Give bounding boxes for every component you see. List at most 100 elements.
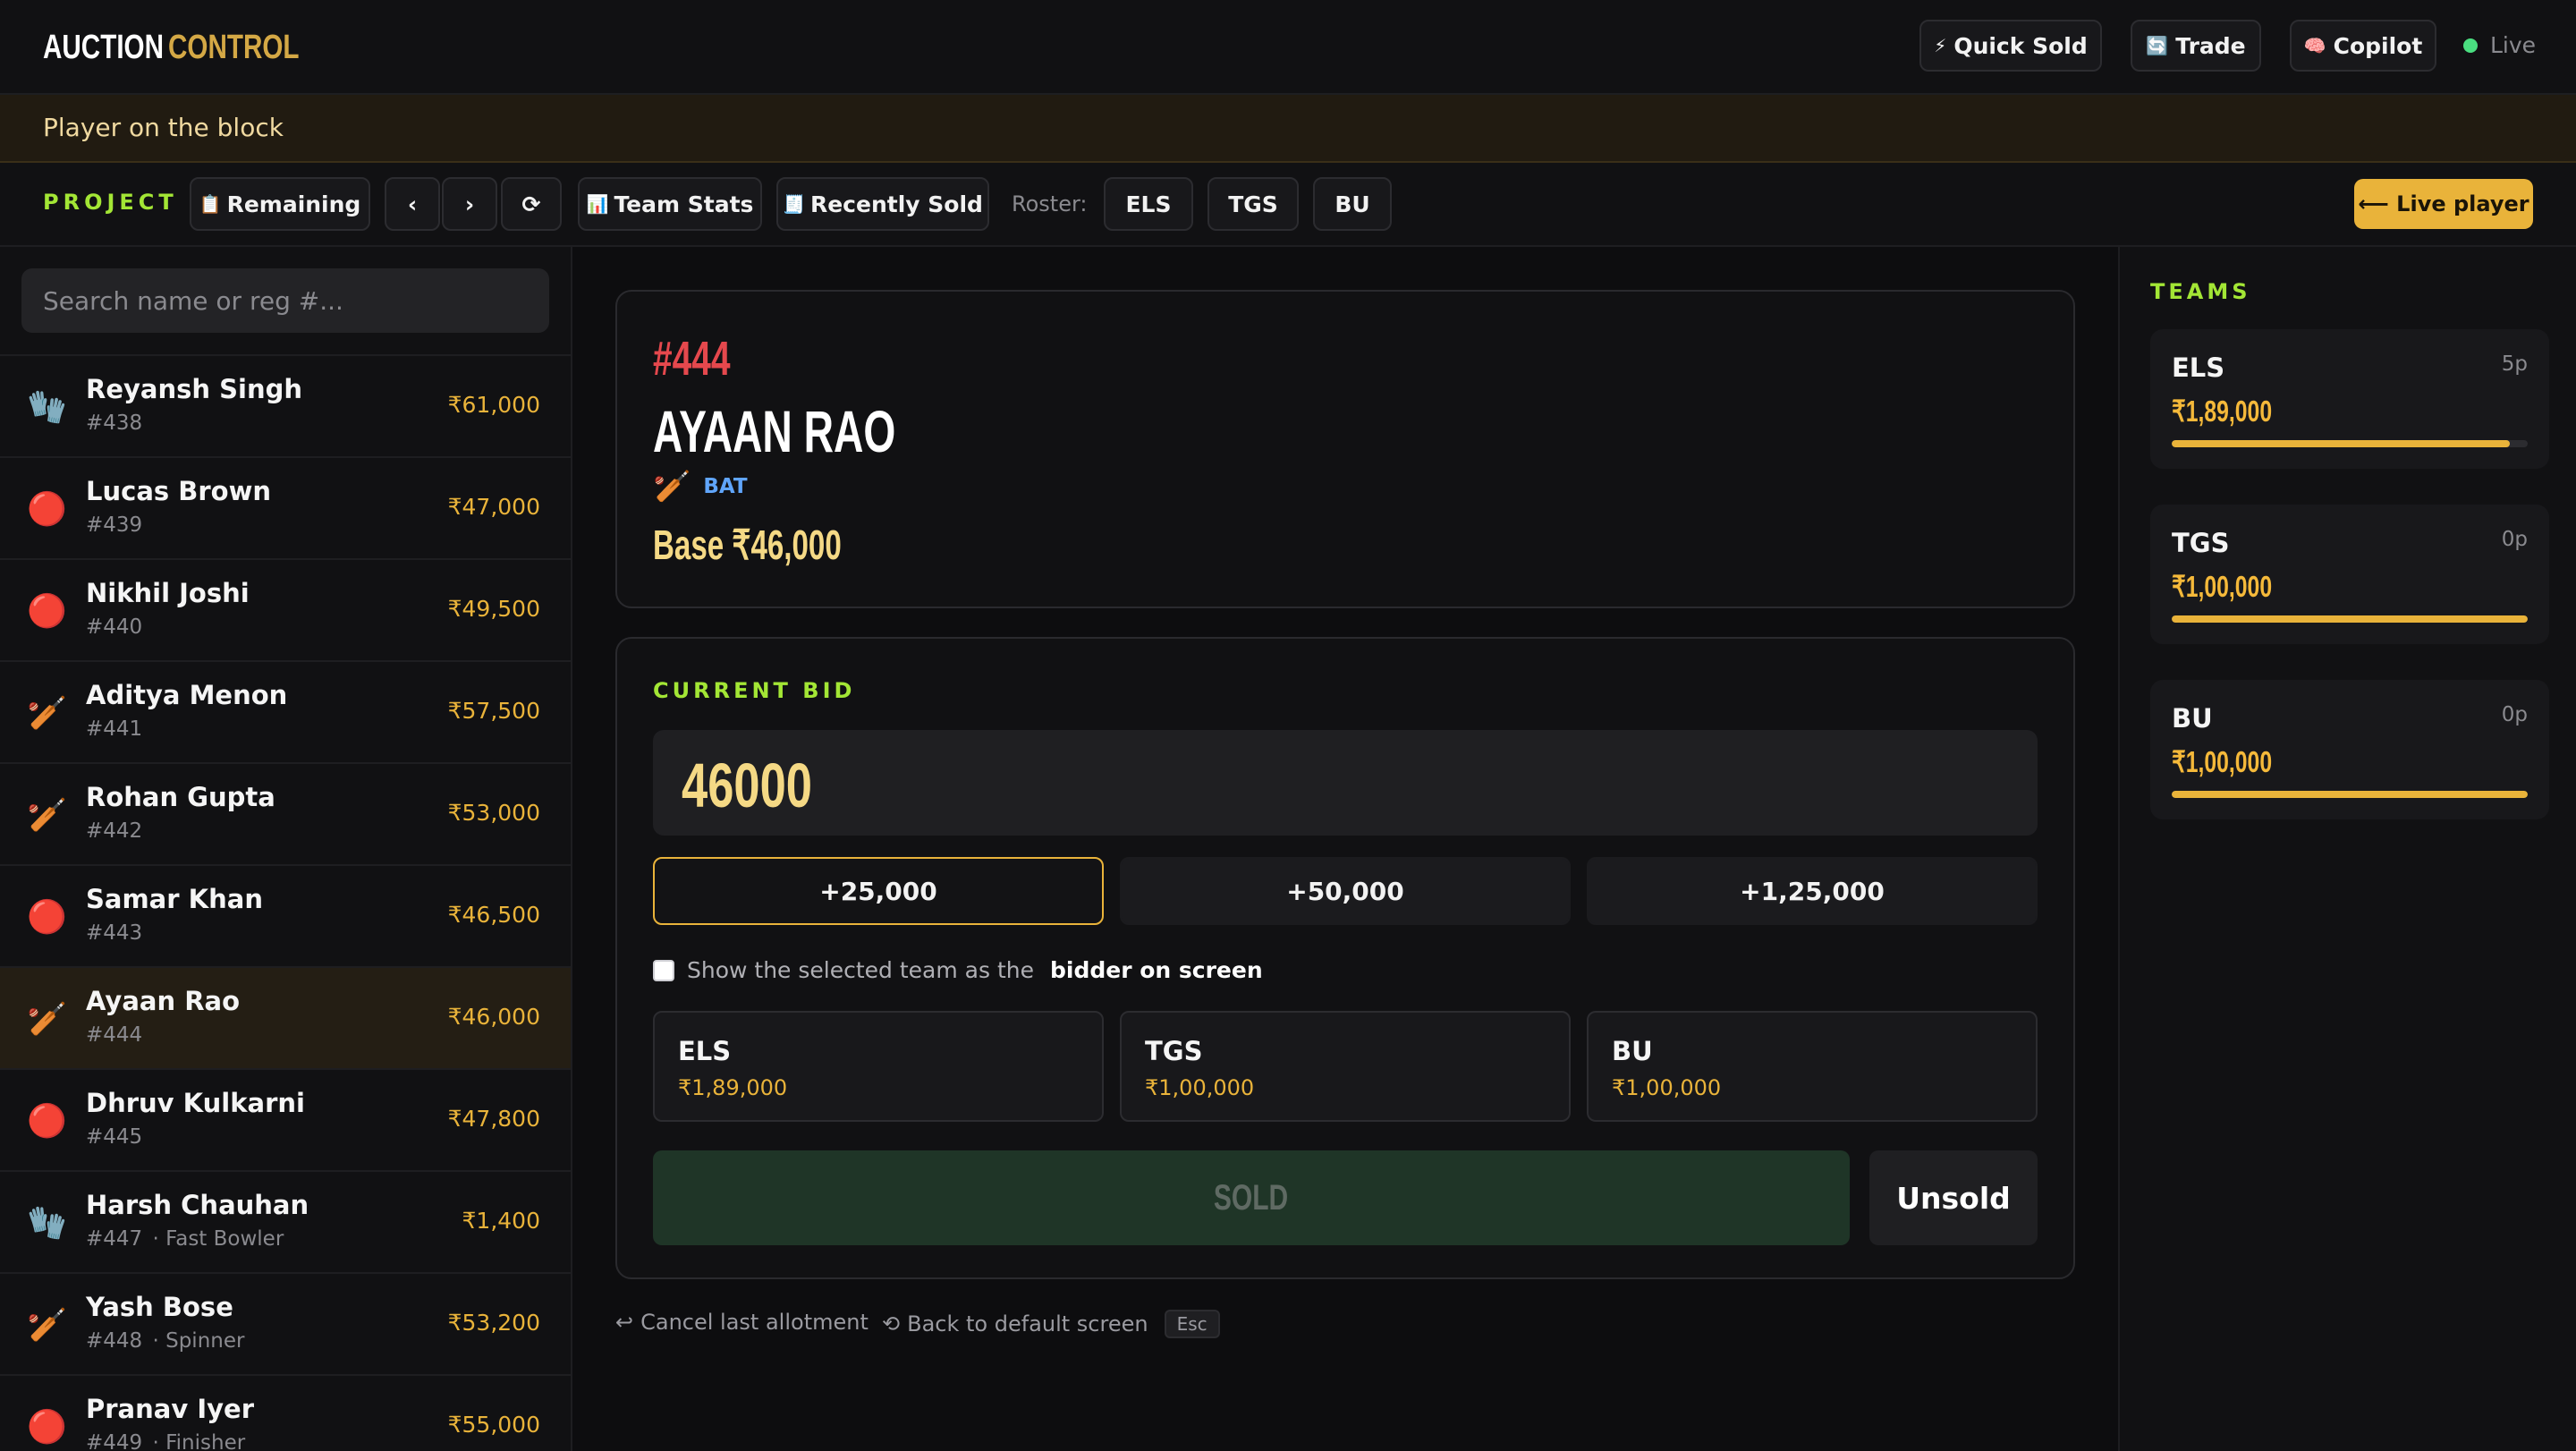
player-list-item[interactable]: 🔴 Pranav Iyer #449 · Finisher ₹55,000 (0, 1376, 571, 1451)
increment-125000-button[interactable]: +1,25,000 (1587, 857, 2038, 925)
trade-label: Trade (2175, 32, 2246, 59)
bid-amount-field[interactable]: 46000 (653, 730, 2038, 836)
history-icon: ⟲ (882, 1311, 901, 1336)
swap-icon: 🔄 (2146, 35, 2169, 56)
checkbox-label: Show the selected team as the (687, 957, 1034, 983)
unsold-button[interactable]: Unsold (1869, 1150, 2038, 1245)
player-list-meta: #441 (86, 717, 146, 741)
checkbox-label-bold: bidder on screen (1049, 957, 1263, 983)
player-role-icon: 🏏 (27, 1001, 67, 1038)
player-list-price: ₹61,000 (447, 392, 540, 418)
player-list-item[interactable]: 🧤 Reyansh Singh #438 ₹61,000 (0, 356, 571, 458)
remaining-button[interactable]: 📋 Remaining (190, 177, 370, 231)
player-role-icon: 🔴 (27, 593, 67, 630)
next-button[interactable]: › (442, 177, 497, 231)
player-list-price: ₹57,500 (447, 698, 540, 724)
team-card-tgs[interactable]: TGS 0p ₹1,00,000 (2150, 505, 2549, 644)
select-team-els[interactable]: ELS ₹1,89,000 (653, 1011, 1104, 1122)
roster-label: Roster: (1012, 191, 1088, 216)
trade-button[interactable]: 🔄 Trade (2131, 20, 2261, 72)
team-purse: ₹1,00,000 (1145, 1075, 1255, 1100)
player-role-icon: 🏏 (27, 797, 67, 834)
logo-text-primary: AUCTION (43, 29, 165, 66)
chevron-right-icon: › (464, 191, 475, 217)
team-card-name: ELS (2172, 352, 2225, 383)
sold-button[interactable]: SOLD (653, 1150, 1850, 1245)
copilot-label: Copilot (2333, 32, 2423, 59)
player-list-price: ₹46,000 (447, 1004, 540, 1030)
roster-els-button[interactable]: ELS (1104, 177, 1193, 231)
bar-chart-icon: 📊 (586, 193, 609, 215)
player-role-icon: 🔴 (27, 1103, 67, 1140)
player-list-name: Dhruv Kulkarni (86, 1088, 305, 1118)
recently-sold-button[interactable]: 🧾 Recently Sold (776, 177, 989, 231)
base-price: Base ₹46,000 (653, 522, 842, 568)
live-status-label: Live (2490, 32, 2537, 58)
player-list-item[interactable]: 🏏 Ayaan Rao #444 ₹46,000 (0, 968, 571, 1070)
player-list-reg: #449 (86, 1431, 143, 1451)
player-list-meta: #447 · Fast Bowler (86, 1227, 284, 1251)
recently-sold-label: Recently Sold (809, 191, 983, 217)
team-stats-button[interactable]: 📊 Team Stats (578, 177, 762, 231)
player-list-meta: #449 · Finisher (86, 1431, 245, 1451)
cancel-allotment-link[interactable]: ↩ Cancel last allotment (615, 1310, 869, 1335)
roster-bu-button[interactable]: BU (1313, 177, 1392, 231)
player-role: 🏏 BAT (653, 469, 748, 505)
quick-sold-label: Quick Sold (1953, 32, 2088, 59)
roster-tgs-button[interactable]: TGS (1208, 177, 1299, 231)
purse-progress-fill (2172, 440, 2511, 447)
player-list-item[interactable]: 🔴 Dhruv Kulkarni #445 ₹47,800 (0, 1070, 571, 1172)
increment-25000-button[interactable]: +25,000 (653, 857, 1104, 925)
purse-progress-bar (2172, 440, 2528, 447)
player-list-meta: #438 (86, 412, 146, 435)
player-list-meta: #442 (86, 819, 146, 843)
team-card-purse: ₹1,00,000 (2172, 570, 2273, 603)
player-list-item[interactable]: 🏏 Rohan Gupta #442 ₹53,000 (0, 764, 571, 866)
player-list-reg: #447 (86, 1227, 143, 1251)
player-list-price: ₹47,000 (447, 494, 540, 520)
app-header: AUCTION CONTROL ⚡ Quick Sold 🔄 Trade 🧠 C… (0, 0, 2576, 95)
banner-text: Player on the block (43, 113, 284, 142)
bidder-on-screen-option: Show the selected team as the bidder on … (653, 957, 1263, 983)
clipboard-icon: 📋 (199, 193, 222, 215)
select-team-bu[interactable]: BU ₹1,00,000 (1587, 1011, 2038, 1122)
player-list-name: Aditya Menon (86, 680, 288, 710)
player-role-icon: 🔴 (27, 1409, 67, 1446)
undo-icon: ↩ (615, 1310, 634, 1335)
team-purse: ₹1,00,000 (1612, 1075, 1722, 1100)
quick-sold-button[interactable]: ⚡ Quick Sold (1919, 20, 2102, 72)
player-list-reg: #439 (86, 513, 143, 537)
team-card-player-count: 0p (2501, 703, 2528, 726)
search-input[interactable] (21, 268, 549, 333)
remaining-label: Remaining (226, 191, 361, 217)
bidder-on-screen-checkbox[interactable] (653, 959, 674, 981)
player-list-item[interactable]: 🧤 Harsh Chauhan #447 · Fast Bowler ₹1,400 (0, 1172, 571, 1274)
player-list-item[interactable]: 🔴 Lucas Brown #439 ₹47,000 (0, 458, 571, 560)
team-stats-label: Team Stats (614, 191, 754, 217)
esc-key-hint: Esc (1164, 1310, 1220, 1338)
app-logo: AUCTION CONTROL (43, 27, 336, 68)
back-to-default-link[interactable]: ⟲ Back to default screen Esc (882, 1310, 1220, 1338)
team-card-bu[interactable]: BU 0p ₹1,00,000 (2150, 680, 2549, 819)
team-name: TGS (1145, 1036, 1203, 1066)
prev-button[interactable]: ‹ (385, 177, 440, 231)
player-list-name: Lucas Brown (86, 476, 272, 506)
roster-els-label: ELS (1125, 191, 1172, 217)
player-list-item[interactable]: 🏏 Yash Bose #448 · Spinner ₹53,200 (0, 1274, 571, 1376)
player-list-meta: #445 (86, 1125, 146, 1149)
player-list-item[interactable]: 🏏 Aditya Menon #441 ₹57,500 (0, 662, 571, 764)
copilot-button[interactable]: 🧠 Copilot (2290, 20, 2436, 72)
player-list-item[interactable]: 🔴 Samar Khan #443 ₹46,500 (0, 866, 571, 968)
team-card-purse: ₹1,00,000 (2172, 745, 2273, 778)
player-name: AYAAN RAO (653, 398, 896, 464)
live-player-button[interactable]: ⟵ Live player (2354, 179, 2533, 229)
team-card-els[interactable]: ELS 5p ₹1,89,000 (2150, 329, 2549, 469)
player-list-item[interactable]: 🔴 Nikhil Joshi #440 ₹49,500 (0, 560, 571, 662)
select-team-tgs[interactable]: TGS ₹1,00,000 (1120, 1011, 1571, 1122)
refresh-button[interactable]: ⟳ (501, 177, 562, 231)
purse-progress-fill (2172, 791, 2528, 798)
refresh-icon: ⟳ (521, 191, 541, 217)
increment-50000-button[interactable]: +50,000 (1120, 857, 1571, 925)
team-name: BU (1612, 1036, 1653, 1066)
status-banner: Player on the block (0, 95, 2576, 163)
